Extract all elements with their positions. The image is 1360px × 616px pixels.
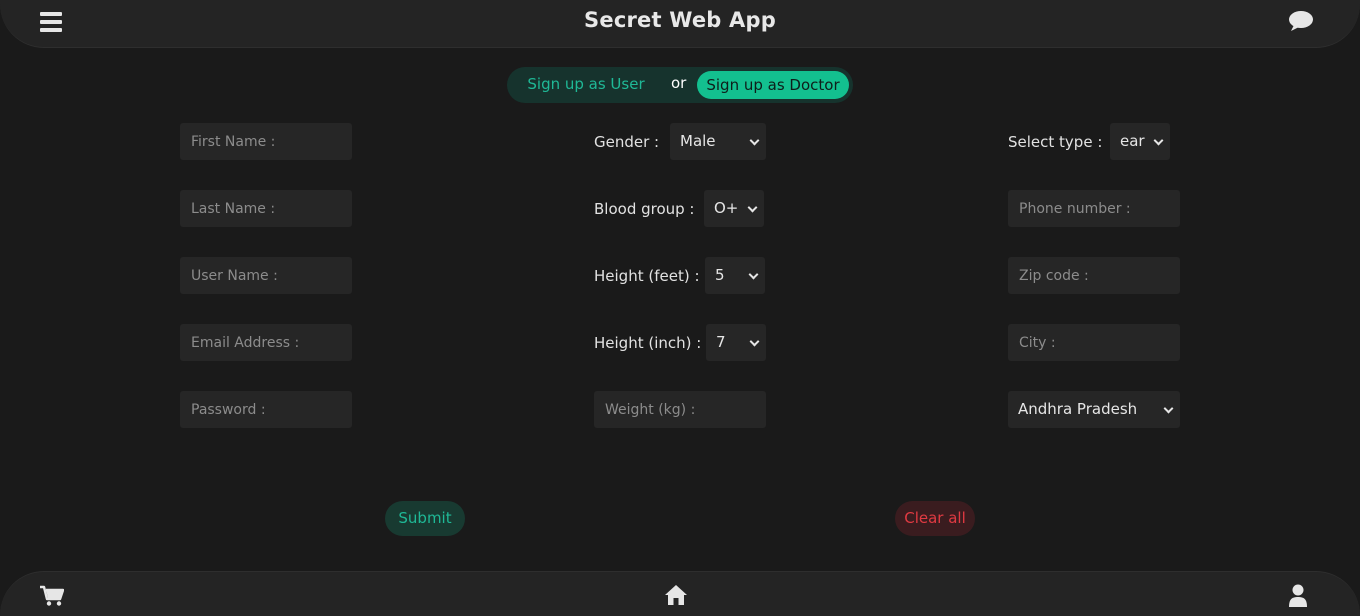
- toggle-or-text: or: [671, 74, 687, 92]
- height-feet-select-value: 5: [715, 266, 725, 284]
- blood-group-label: Blood group :: [594, 200, 695, 218]
- height-feet-label: Height (feet) :: [594, 267, 700, 285]
- chevron-down-icon: [747, 202, 758, 213]
- top-navbar: Secret Web App: [0, 0, 1360, 48]
- last-name-input[interactable]: [180, 190, 352, 227]
- sign-up-doctor-tab[interactable]: Sign up as Doctor: [697, 71, 849, 99]
- weight-input[interactable]: [594, 391, 766, 428]
- sign-up-user-tab[interactable]: Sign up as User: [521, 75, 651, 93]
- height-inch-label: Height (inch) :: [594, 334, 702, 352]
- blood-group-select[interactable]: O+: [704, 190, 764, 227]
- chat-bubble-icon[interactable]: [1288, 10, 1314, 36]
- app-title: Secret Web App: [584, 8, 776, 32]
- home-icon[interactable]: [664, 584, 688, 610]
- shopping-cart-icon[interactable]: [40, 585, 65, 611]
- chevron-down-icon: [749, 336, 760, 347]
- user-name-input[interactable]: [180, 257, 352, 294]
- type-select-value: ear: [1120, 132, 1145, 150]
- state-select[interactable]: Andhra Pradesh: [1008, 391, 1180, 428]
- phone-number-input[interactable]: [1008, 190, 1180, 227]
- type-select[interactable]: ear: [1110, 123, 1170, 160]
- zip-code-input[interactable]: [1008, 257, 1180, 294]
- state-select-value: Andhra Pradesh: [1018, 400, 1138, 418]
- gender-label: Gender :: [594, 133, 660, 151]
- height-feet-select[interactable]: 5: [705, 257, 765, 294]
- chevron-down-icon: [1163, 403, 1174, 414]
- city-input[interactable]: [1008, 324, 1180, 361]
- chevron-down-icon: [1153, 135, 1164, 146]
- blood-group-select-value: O+: [714, 199, 739, 217]
- select-type-label: Select type :: [1008, 133, 1103, 151]
- height-inch-select[interactable]: 7: [706, 324, 766, 361]
- first-name-input[interactable]: [180, 123, 352, 160]
- gender-select[interactable]: Male: [670, 123, 766, 160]
- email-input[interactable]: [180, 324, 352, 361]
- height-inch-select-value: 7: [716, 333, 726, 351]
- user-icon[interactable]: [1288, 584, 1308, 612]
- chevron-down-icon: [749, 135, 760, 146]
- submit-button[interactable]: Submit: [385, 501, 465, 536]
- chevron-down-icon: [748, 269, 759, 280]
- clear-all-button[interactable]: Clear all: [895, 501, 975, 536]
- password-input[interactable]: [180, 391, 352, 428]
- signup-role-toggle: Sign up as User or Sign up as Doctor: [507, 67, 853, 103]
- bottom-navbar: [0, 571, 1360, 616]
- gender-select-value: Male: [680, 132, 716, 150]
